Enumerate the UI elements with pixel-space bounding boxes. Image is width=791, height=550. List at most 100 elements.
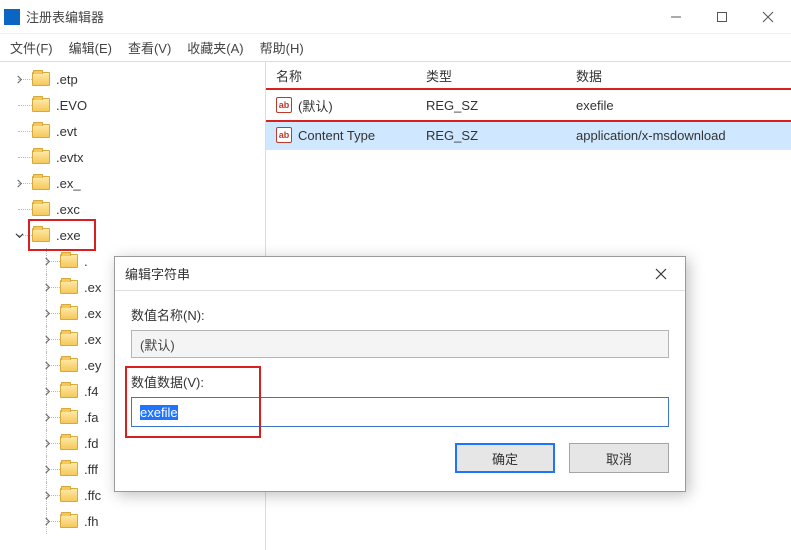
tree-item-label: .evt — [56, 124, 77, 139]
chevron-right-icon[interactable] — [42, 308, 52, 318]
folder-icon — [32, 202, 50, 216]
tree-item[interactable]: .fh — [0, 508, 265, 534]
folder-icon — [32, 98, 50, 112]
dialog-title: 编辑字符串 — [125, 264, 647, 283]
folder-icon — [60, 488, 78, 502]
chevron-right-icon[interactable] — [42, 412, 52, 422]
cell-name: ab Content Type — [266, 127, 416, 143]
column-header-data[interactable]: 数据 — [566, 66, 791, 85]
cell-data: exefile — [566, 98, 791, 113]
tree-connector — [18, 209, 32, 210]
folder-icon — [60, 280, 78, 294]
chevron-right-icon[interactable] — [42, 256, 52, 266]
app-icon — [4, 9, 20, 25]
ok-button[interactable]: 确定 — [455, 443, 555, 473]
menu-help[interactable]: 帮助(H) — [252, 34, 312, 61]
tree-item[interactable]: .ex_ — [0, 170, 265, 196]
column-header-type[interactable]: 类型 — [416, 66, 566, 85]
dialog-close-button[interactable] — [647, 260, 675, 288]
tree-item-label: .fd — [84, 436, 98, 451]
menu-favorites[interactable]: 收藏夹(A) — [179, 34, 251, 61]
folder-icon — [32, 228, 50, 242]
tree-item-label: .exc — [56, 202, 80, 217]
folder-icon — [32, 72, 50, 86]
folder-icon — [60, 332, 78, 346]
folder-icon — [60, 254, 78, 268]
window-buttons — [653, 0, 791, 33]
chevron-right-icon[interactable] — [14, 178, 24, 188]
minimize-button[interactable] — [653, 0, 699, 33]
folder-icon — [32, 150, 50, 164]
tree-item-label: .ex — [84, 332, 101, 347]
titlebar: 注册表编辑器 — [0, 0, 791, 34]
tree-item-label: .f4 — [84, 384, 98, 399]
dialog-buttons: 确定 取消 — [115, 443, 685, 491]
dialog-body: 数值名称(N): (默认) 数值数据(V): — [115, 291, 685, 443]
chevron-right-icon[interactable] — [42, 282, 52, 292]
dialog-titlebar: 编辑字符串 — [115, 257, 685, 291]
string-value-icon: ab — [276, 127, 292, 143]
window-title: 注册表编辑器 — [26, 7, 653, 26]
chevron-right-icon[interactable] — [42, 438, 52, 448]
tree-item[interactable]: .evtx — [0, 144, 265, 170]
value-name-field: (默认) — [131, 330, 669, 358]
folder-icon — [60, 384, 78, 398]
folder-icon — [60, 462, 78, 476]
tree-item[interactable]: .evt — [0, 118, 265, 144]
menu-view[interactable]: 查看(V) — [120, 34, 179, 61]
chevron-right-icon[interactable] — [42, 334, 52, 344]
cell-type: REG_SZ — [416, 128, 566, 143]
tree-item-label: .etp — [56, 72, 78, 87]
maximize-button[interactable] — [699, 0, 745, 33]
tree-item-label: .fh — [84, 514, 98, 529]
tree-item-label: .EVO — [56, 98, 87, 113]
folder-icon — [60, 410, 78, 424]
menubar: 文件(F) 编辑(E) 查看(V) 收藏夹(A) 帮助(H) — [0, 34, 791, 62]
chevron-right-icon[interactable] — [42, 386, 52, 396]
tree-connector — [18, 105, 32, 106]
tree-item-label: .fff — [84, 462, 98, 477]
chevron-right-icon[interactable] — [42, 516, 52, 526]
tree-item[interactable]: .exe — [0, 222, 265, 248]
menu-file[interactable]: 文件(F) — [2, 34, 61, 61]
cell-name: ab(默认) — [266, 96, 416, 115]
folder-icon — [60, 436, 78, 450]
edit-string-dialog: 编辑字符串 数值名称(N): (默认) 数值数据(V): 确定 取消 — [114, 256, 686, 492]
tree-item-label: .ex — [84, 306, 101, 321]
folder-icon — [32, 176, 50, 190]
value-name-label: 数值名称(N): — [131, 305, 669, 324]
list-row[interactable]: ab(默认)REG_SZexefile — [266, 90, 791, 120]
tree-item[interactable]: .etp — [0, 66, 265, 92]
folder-icon — [32, 124, 50, 138]
close-button[interactable] — [745, 0, 791, 33]
value-data-label: 数值数据(V): — [131, 372, 669, 391]
tree-item[interactable]: .EVO — [0, 92, 265, 118]
tree-item-label: .ex — [84, 280, 101, 295]
tree-item-label: .exe — [56, 228, 81, 243]
tree-item-label: . — [84, 254, 88, 269]
menu-edit[interactable]: 编辑(E) — [61, 34, 120, 61]
cell-data: application/x-msdownload — [566, 128, 791, 143]
column-header-name[interactable]: 名称 — [266, 66, 416, 85]
folder-icon — [60, 358, 78, 372]
tree-connector — [18, 131, 32, 132]
tree-item[interactable]: .exc — [0, 196, 265, 222]
chevron-right-icon[interactable] — [42, 490, 52, 500]
folder-icon — [60, 514, 78, 528]
chevron-right-icon[interactable] — [42, 360, 52, 370]
value-name: (默认) — [298, 96, 333, 115]
value-name: Content Type — [298, 128, 375, 143]
chevron-down-icon[interactable] — [14, 230, 24, 240]
tree-item-label: .ex_ — [56, 176, 81, 191]
list-rows: ab(默认)REG_SZexefileab Content Type REG_SZa… — [266, 90, 791, 150]
tree-connector — [18, 157, 32, 158]
folder-icon — [60, 306, 78, 320]
list-row[interactable]: ab Content Type REG_SZapplication/x-msdown… — [266, 120, 791, 150]
list-header: 名称 类型 数据 — [266, 62, 791, 90]
cancel-button[interactable]: 取消 — [569, 443, 669, 473]
chevron-right-icon[interactable] — [14, 74, 24, 84]
tree-item-label: .fa — [84, 410, 98, 425]
chevron-right-icon[interactable] — [42, 464, 52, 474]
value-data-input[interactable] — [131, 397, 669, 427]
tree-item-label: .ey — [84, 358, 101, 373]
